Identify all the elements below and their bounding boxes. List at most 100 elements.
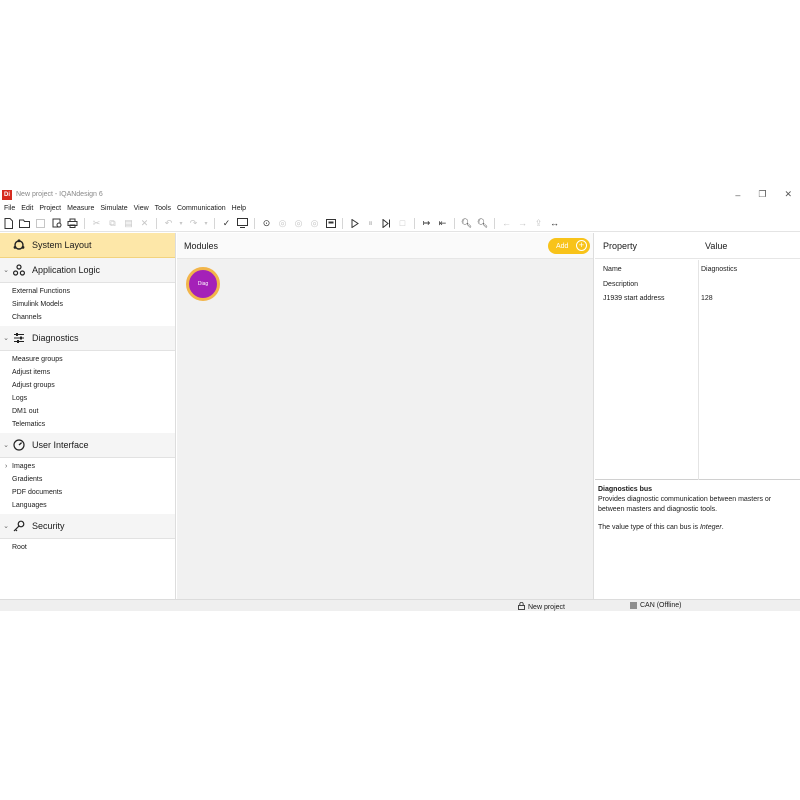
menu-bar: File Edit Project Measure Simulate View …: [0, 203, 246, 214]
toolbar-separator: [84, 217, 85, 229]
properties-header: Property Value: [595, 233, 800, 259]
application-logic-icon: [12, 263, 26, 277]
check-icon[interactable]: ✓: [220, 217, 233, 230]
zoom-in-icon[interactable]: 🔍︎: [460, 217, 473, 230]
nav-item-measure-groups[interactable]: Measure groups: [0, 353, 175, 366]
nav-section-label: Security: [32, 521, 65, 531]
redo-icon[interactable]: ↷: [187, 217, 200, 230]
property-row-name[interactable]: Name Diagnostics: [595, 264, 800, 277]
zoom-out-icon[interactable]: 🔍︎: [476, 217, 489, 230]
nav-section-system-layout[interactable]: System Layout: [0, 233, 175, 258]
chevron-right-icon[interactable]: ›: [5, 463, 7, 470]
print-icon[interactable]: [66, 217, 79, 230]
save-icon[interactable]: [34, 217, 47, 230]
add-button-label: Add: [556, 242, 569, 250]
export-icon[interactable]: ⇪: [532, 217, 545, 230]
nav-item-dm1-out[interactable]: DM1 out: [0, 405, 175, 418]
delete-icon[interactable]: ✕: [138, 217, 151, 230]
menu-communication[interactable]: Communication: [177, 205, 226, 212]
toolbar-separator: [494, 217, 495, 229]
menu-edit[interactable]: Edit: [21, 205, 33, 212]
connect-icon[interactable]: ⊙: [260, 217, 273, 230]
toolbar-separator: [454, 217, 455, 229]
nav-item-logs[interactable]: Logs: [0, 392, 175, 405]
play-icon[interactable]: [348, 217, 361, 230]
toolbar-separator: [414, 217, 415, 229]
property-value[interactable]: 128: [701, 295, 713, 302]
toolbar: ✂ ⧉ ▤ ✕ ↶ ▾ ↷ ▾ ✓ ⊙ ◎ ◎ ◎ ⏸ □ ↦ ⇤ 🔍︎ 🔍︎ …: [0, 215, 800, 232]
device-icon[interactable]: [324, 217, 337, 230]
copy-icon[interactable]: ⧉: [106, 217, 119, 230]
menu-help[interactable]: Help: [232, 205, 246, 212]
print-preview-icon[interactable]: [50, 217, 63, 230]
step-icon[interactable]: [380, 217, 393, 230]
properties-panel: Property Value Name Diagnostics Descript…: [595, 233, 800, 599]
property-key: J1939 start address: [603, 295, 665, 302]
nav-item-root[interactable]: Root: [0, 541, 175, 554]
nav-item-adjust-groups[interactable]: Adjust groups: [0, 379, 175, 392]
nav-section-label: Diagnostics: [32, 333, 79, 343]
nav-item-external-functions[interactable]: External Functions: [0, 285, 175, 298]
nav-section-application-logic[interactable]: ⌄ Application Logic: [0, 258, 175, 283]
lock-icon: [518, 601, 525, 612]
fit-width-icon[interactable]: ↔: [548, 217, 561, 230]
paste-icon[interactable]: ▤: [122, 217, 135, 230]
menu-file[interactable]: File: [4, 205, 15, 212]
redo-dropdown-icon[interactable]: ▾: [203, 217, 209, 230]
chevron-down-icon[interactable]: ⌄: [2, 441, 10, 449]
pause-icon[interactable]: ⏸: [364, 217, 377, 230]
sync-icon[interactable]: ◎: [308, 217, 321, 230]
nav-section-diagnostics[interactable]: ⌄ Diagnostics: [0, 326, 175, 351]
nav-item-adjust-items[interactable]: Adjust items: [0, 366, 175, 379]
project-name: New project: [528, 603, 565, 611]
nav-section-items: Measure groups Adjust items Adjust group…: [0, 351, 175, 433]
cut-icon[interactable]: ✂: [90, 217, 103, 230]
minimize-button[interactable]: –: [735, 190, 740, 200]
step-back-icon[interactable]: ⇤: [436, 217, 449, 230]
nav-item-languages[interactable]: Languages: [0, 499, 175, 512]
property-row-j1939-start-address[interactable]: J1939 start address 128: [595, 293, 800, 306]
nav-item-images[interactable]: › Images: [0, 460, 175, 473]
maximize-button[interactable]: ❐: [758, 189, 766, 200]
property-row-description[interactable]: Description: [595, 279, 800, 292]
disconnect-icon[interactable]: ◎: [276, 217, 289, 230]
key-icon: [12, 519, 26, 533]
chevron-down-icon[interactable]: ⌄: [2, 522, 10, 530]
status-project: New project: [518, 601, 565, 612]
nav-section-label: System Layout: [32, 240, 92, 250]
nav-section-user-interface[interactable]: ⌄ User Interface: [0, 433, 175, 458]
menu-measure[interactable]: Measure: [67, 205, 94, 212]
modules-header: Modules Add +: [177, 233, 593, 259]
modules-canvas[interactable]: Modules Add + Diag: [177, 233, 594, 599]
nav-item-gradients[interactable]: Gradients: [0, 473, 175, 486]
chevron-down-icon[interactable]: ⌄: [2, 334, 10, 342]
new-file-icon[interactable]: [2, 217, 15, 230]
undo-dropdown-icon[interactable]: ▾: [178, 217, 184, 230]
menu-tools[interactable]: Tools: [155, 205, 171, 212]
nav-item-channels[interactable]: Channels: [0, 311, 175, 324]
description-title: Diagnostics bus: [598, 486, 653, 493]
nav-item-telematics[interactable]: Telematics: [0, 418, 175, 431]
nav-item-pdf-documents[interactable]: PDF documents: [0, 486, 175, 499]
menu-simulate[interactable]: Simulate: [100, 205, 127, 212]
close-button[interactable]: ✕: [784, 189, 792, 200]
module-node-diag[interactable]: Diag: [186, 267, 220, 301]
stop-icon[interactable]: □: [396, 217, 409, 230]
menu-project[interactable]: Project: [39, 205, 61, 212]
chevron-down-icon[interactable]: ⌄: [2, 266, 10, 274]
step-into-icon[interactable]: ↦: [420, 217, 433, 230]
menu-view[interactable]: View: [134, 205, 149, 212]
nav-section-security[interactable]: ⌄ Security: [0, 514, 175, 539]
nav-item-simulink-models[interactable]: Simulink Models: [0, 298, 175, 311]
open-folder-icon[interactable]: [18, 217, 31, 230]
monitor-icon[interactable]: [236, 217, 249, 230]
toolbar-separator: [214, 217, 215, 229]
property-value[interactable]: Diagnostics: [701, 266, 737, 273]
value-type-prefix: The value type of this can bus is: [598, 524, 700, 531]
measure-icon[interactable]: ◎: [292, 217, 305, 230]
undo-icon[interactable]: ↶: [162, 217, 175, 230]
add-module-button[interactable]: Add +: [548, 238, 590, 254]
back-icon[interactable]: ←: [500, 217, 513, 230]
value-type-suffix: .: [721, 524, 724, 531]
forward-icon[interactable]: →: [516, 217, 529, 230]
